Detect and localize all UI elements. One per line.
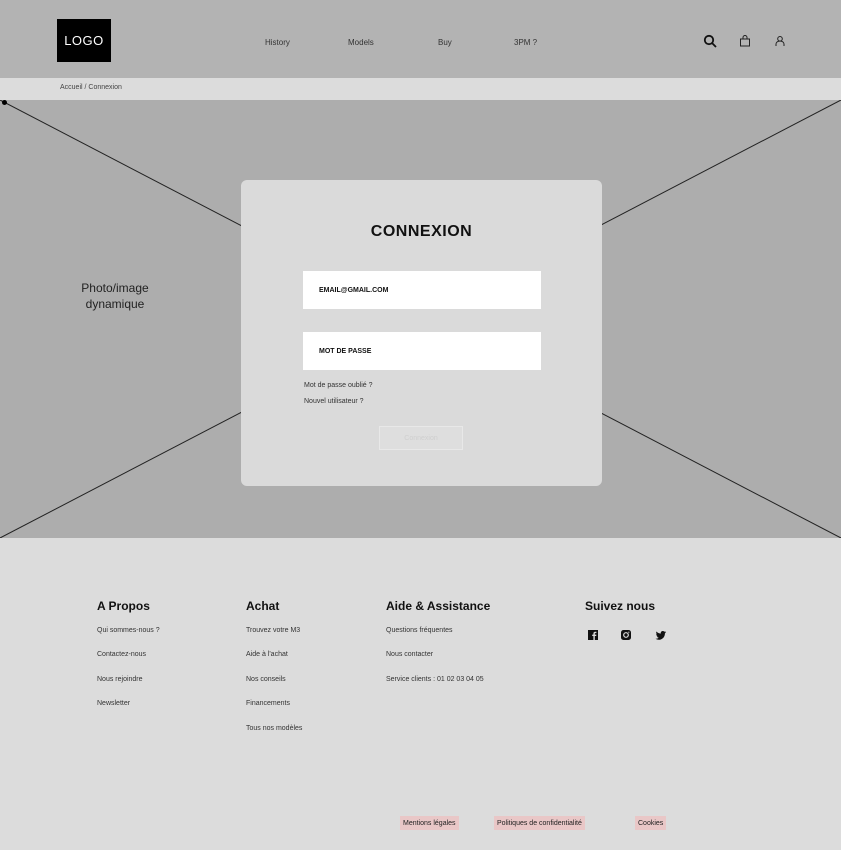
footer-link-purchase-help[interactable]: Aide à l'achat bbox=[246, 651, 288, 658]
site-footer: A Propos Qui sommes-nous ? Contactez-nou… bbox=[0, 538, 841, 850]
email-field[interactable] bbox=[303, 271, 541, 309]
login-title: CONNEXION bbox=[370, 223, 473, 240]
login-card: CONNEXION Mot de passe oublié ? Nouvel u… bbox=[241, 180, 602, 486]
nav-item-models[interactable]: Models bbox=[348, 38, 374, 47]
forgot-password-link[interactable]: Mot de passe oublié ? bbox=[304, 382, 373, 389]
instagram-icon[interactable] bbox=[620, 628, 632, 640]
nav-item-history[interactable]: History bbox=[265, 38, 290, 47]
user-icon[interactable] bbox=[773, 34, 787, 48]
new-user-link[interactable]: Nouvel utilisateur ? bbox=[304, 398, 364, 405]
site-header: LOGO History Models Buy 3PM ? bbox=[0, 0, 841, 78]
footer-link-faq[interactable]: Questions fréquentes bbox=[386, 627, 453, 634]
legal-link-privacy[interactable]: Politiques de confidentialité bbox=[494, 816, 585, 830]
breadcrumb-text[interactable]: Accueil / Connexion bbox=[60, 84, 122, 91]
placeholder-dot bbox=[2, 100, 7, 105]
footer-link-contact[interactable]: Contactez-nous bbox=[97, 651, 146, 658]
hero-caption-line2: dynamique bbox=[85, 297, 145, 311]
footer-title-purchase: Achat bbox=[246, 599, 280, 613]
nav-item-buy[interactable]: Buy bbox=[438, 38, 452, 47]
hero-caption: Photo/image dynamique bbox=[55, 280, 175, 312]
footer-title-support: Aide & Assistance bbox=[386, 599, 491, 613]
footer-title-follow: Suivez nous bbox=[585, 599, 656, 613]
bag-icon[interactable] bbox=[738, 34, 752, 48]
legal-link-mentions[interactable]: Mentions légales bbox=[400, 816, 459, 830]
footer-link-newsletter[interactable]: Newsletter bbox=[97, 700, 130, 707]
footer-link-contact-us[interactable]: Nous contacter bbox=[386, 651, 433, 658]
logo[interactable]: LOGO bbox=[57, 19, 111, 62]
footer-link-find-m3[interactable]: Trouvez votre M3 bbox=[246, 627, 300, 634]
hero-caption-line1: Photo/image bbox=[81, 281, 149, 295]
footer-link-who-we-are[interactable]: Qui sommes-nous ? bbox=[97, 627, 160, 634]
footer-link-customer-service[interactable]: Service clients : 01 02 03 04 05 bbox=[386, 676, 484, 683]
legal-link-cookies[interactable]: Cookies bbox=[635, 816, 667, 830]
password-field[interactable] bbox=[303, 332, 541, 370]
breadcrumb: Accueil / Connexion bbox=[0, 78, 841, 100]
search-icon[interactable] bbox=[703, 34, 717, 48]
nav-item-3pm[interactable]: 3PM ? bbox=[514, 38, 537, 47]
footer-link-financing[interactable]: Financements bbox=[246, 700, 290, 707]
footer-title-about: A Propos bbox=[97, 599, 150, 613]
footer-link-join[interactable]: Nous rejoindre bbox=[97, 676, 143, 683]
facebook-icon[interactable] bbox=[587, 628, 599, 640]
footer-link-all-models[interactable]: Tous nos modèles bbox=[246, 725, 302, 732]
twitter-icon[interactable] bbox=[655, 628, 667, 640]
footer-link-advice[interactable]: Nos conseils bbox=[246, 676, 286, 683]
login-submit-button[interactable]: Connexion bbox=[379, 426, 463, 450]
